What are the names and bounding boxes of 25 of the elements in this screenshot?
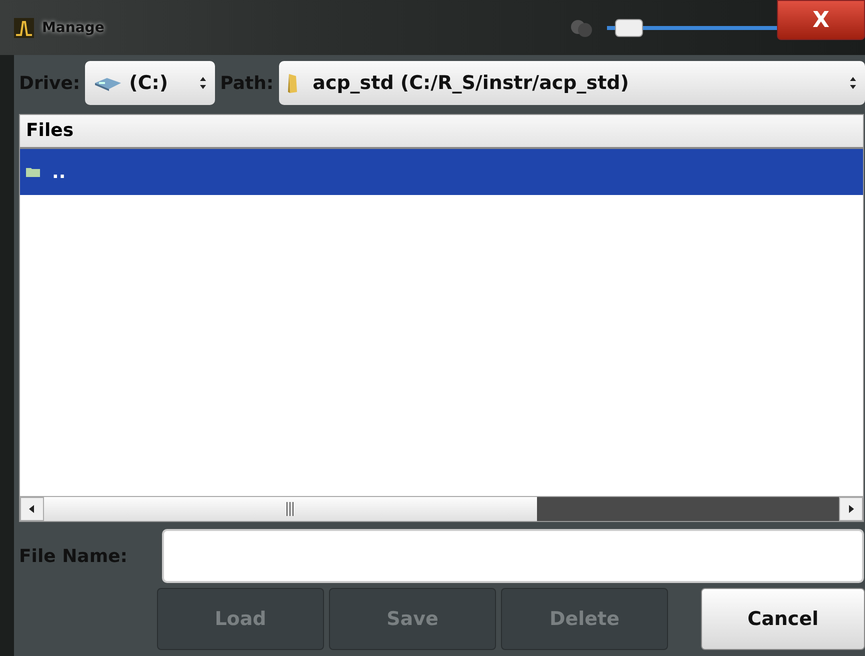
circles-icon — [569, 18, 595, 38]
folder-icon — [26, 167, 40, 177]
spinner-icon — [199, 76, 208, 90]
right-arrow-icon — [848, 505, 854, 513]
window-title: Manage — [42, 20, 104, 36]
dialog-button[interactable]: Cancel — [701, 588, 865, 650]
drive-icon — [93, 75, 124, 91]
folder-icon — [286, 72, 299, 94]
transparency-slider[interactable] — [607, 18, 777, 36]
drive-label: Drive: — [19, 72, 80, 94]
path-label: Path: — [220, 72, 274, 94]
scroll-right-button[interactable] — [839, 497, 863, 521]
file-name-field[interactable] — [162, 529, 864, 583]
scroll-left-button[interactable] — [20, 497, 44, 521]
close-button[interactable]: X — [777, 0, 865, 40]
horizontal-scrollbar[interactable] — [20, 496, 863, 521]
app-icon — [14, 18, 34, 38]
file-row[interactable]: .. — [20, 149, 863, 195]
drive-dropdown[interactable]: (C:) — [85, 61, 216, 105]
path-dropdown[interactable]: acp_std (C:/R_S/instr/acp_std) — [278, 61, 865, 105]
file-name-label: File Name: — [19, 546, 128, 566]
scrollbar-thumb[interactable] — [44, 497, 537, 521]
left-arrow-icon — [29, 505, 35, 513]
spinner-icon — [849, 76, 857, 90]
column-header: Files — [20, 115, 863, 149]
